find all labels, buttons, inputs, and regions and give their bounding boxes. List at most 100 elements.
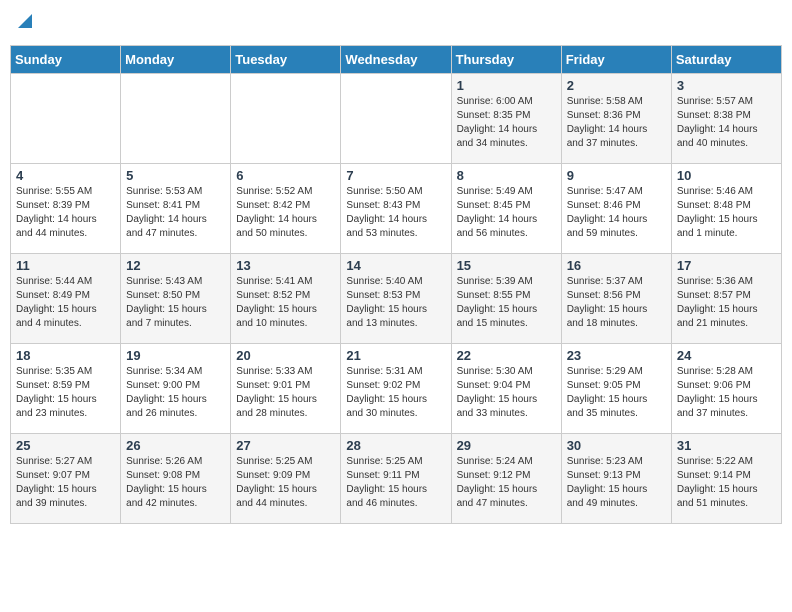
- day-content: Sunrise: 5:22 AMSunset: 9:14 PMDaylight:…: [677, 455, 776, 511]
- day-content: Sunrise: 5:50 AMSunset: 8:43 PMDaylight:…: [346, 185, 445, 241]
- day-number: 24: [677, 348, 776, 363]
- day-content: Sunrise: 5:23 AMSunset: 9:13 PMDaylight:…: [567, 455, 666, 511]
- calendar-cell: 8 Sunrise: 5:49 AMSunset: 8:45 PMDaylight…: [451, 164, 561, 254]
- day-number: 5: [126, 168, 225, 183]
- logo: [16, 14, 32, 33]
- day-content: Sunrise: 5:31 AMSunset: 9:02 PMDaylight:…: [346, 365, 445, 421]
- day-number: 4: [16, 168, 115, 183]
- calendar-cell: 3 Sunrise: 5:57 AMSunset: 8:38 PMDaylight…: [671, 74, 781, 164]
- day-content: Sunrise: 5:35 AMSunset: 8:59 PMDaylight:…: [16, 365, 115, 421]
- calendar-week-row: 11 Sunrise: 5:44 AMSunset: 8:49 PMDayligh…: [11, 254, 782, 344]
- calendar-cell: 12 Sunrise: 5:43 AMSunset: 8:50 PMDayligh…: [121, 254, 231, 344]
- calendar-cell: 17 Sunrise: 5:36 AMSunset: 8:57 PMDayligh…: [671, 254, 781, 344]
- day-number: 27: [236, 438, 335, 453]
- calendar-cell: 28 Sunrise: 5:25 AMSunset: 9:11 PMDayligh…: [341, 434, 451, 524]
- calendar-week-row: 18 Sunrise: 5:35 AMSunset: 8:59 PMDayligh…: [11, 344, 782, 434]
- day-number: 17: [677, 258, 776, 273]
- day-content: Sunrise: 5:55 AMSunset: 8:39 PMDaylight:…: [16, 185, 115, 241]
- day-content: Sunrise: 5:26 AMSunset: 9:08 PMDaylight:…: [126, 455, 225, 511]
- day-number: 16: [567, 258, 666, 273]
- day-content: Sunrise: 5:33 AMSunset: 9:01 PMDaylight:…: [236, 365, 335, 421]
- day-number: 19: [126, 348, 225, 363]
- calendar-cell: 10Sunrise: 5:46 AMSunset: 8:48 PMDayligh…: [671, 164, 781, 254]
- calendar-cell: [121, 74, 231, 164]
- day-content: Sunrise: 5:58 AMSunset: 8:36 PMDaylight:…: [567, 95, 666, 151]
- day-number: 21: [346, 348, 445, 363]
- day-content: Sunrise: 5:53 AMSunset: 8:41 PMDaylight:…: [126, 185, 225, 241]
- day-content: Sunrise: 5:30 AMSunset: 9:04 PMDaylight:…: [457, 365, 556, 421]
- day-content: Sunrise: 5:28 AMSunset: 9:06 PMDaylight:…: [677, 365, 776, 421]
- day-content: Sunrise: 6:00 AMSunset: 8:35 PMDaylight:…: [457, 95, 556, 151]
- day-content: Sunrise: 5:25 AMSunset: 9:09 PMDaylight:…: [236, 455, 335, 511]
- col-header-wednesday: Wednesday: [341, 46, 451, 74]
- day-content: Sunrise: 5:36 AMSunset: 8:57 PMDaylight:…: [677, 275, 776, 331]
- calendar-cell: 5 Sunrise: 5:53 AMSunset: 8:41 PMDaylight…: [121, 164, 231, 254]
- day-content: Sunrise: 5:40 AMSunset: 8:53 PMDaylight:…: [346, 275, 445, 331]
- day-number: 7: [346, 168, 445, 183]
- calendar-cell: [11, 74, 121, 164]
- col-header-sunday: Sunday: [11, 46, 121, 74]
- calendar-cell: 11 Sunrise: 5:44 AMSunset: 8:49 PMDayligh…: [11, 254, 121, 344]
- day-content: Sunrise: 5:43 AMSunset: 8:50 PMDaylight:…: [126, 275, 225, 331]
- day-number: 30: [567, 438, 666, 453]
- day-number: 10: [677, 168, 776, 183]
- day-number: 25: [16, 438, 115, 453]
- calendar-cell: [231, 74, 341, 164]
- calendar-cell: 22 Sunrise: 5:30 AMSunset: 9:04 PMDayligh…: [451, 344, 561, 434]
- day-number: 9: [567, 168, 666, 183]
- calendar-cell: 25 Sunrise: 5:27 AMSunset: 9:07 PMDayligh…: [11, 434, 121, 524]
- calendar-cell: 14Sunrise: 5:40 AMSunset: 8:53 PMDayligh…: [341, 254, 451, 344]
- calendar-week-row: 1 Sunrise: 6:00 AMSunset: 8:35 PMDaylight…: [11, 74, 782, 164]
- day-number: 2: [567, 78, 666, 93]
- calendar-cell: 7 Sunrise: 5:50 AMSunset: 8:43 PMDaylight…: [341, 164, 451, 254]
- day-number: 26: [126, 438, 225, 453]
- day-content: Sunrise: 5:57 AMSunset: 8:38 PMDaylight:…: [677, 95, 776, 151]
- calendar-cell: 29 Sunrise: 5:24 AMSunset: 9:12 PMDayligh…: [451, 434, 561, 524]
- calendar-cell: 2 Sunrise: 5:58 AMSunset: 8:36 PMDaylight…: [561, 74, 671, 164]
- col-header-thursday: Thursday: [451, 46, 561, 74]
- calendar-cell: [341, 74, 451, 164]
- page-header: [10, 10, 782, 37]
- calendar-cell: 1 Sunrise: 6:00 AMSunset: 8:35 PMDaylight…: [451, 74, 561, 164]
- calendar-cell: 4 Sunrise: 5:55 AMSunset: 8:39 PMDaylight…: [11, 164, 121, 254]
- calendar-cell: 31 Sunrise: 5:22 AMSunset: 9:14 PMDayligh…: [671, 434, 781, 524]
- day-number: 13: [236, 258, 335, 273]
- day-number: 6: [236, 168, 335, 183]
- calendar-week-row: 4 Sunrise: 5:55 AMSunset: 8:39 PMDaylight…: [11, 164, 782, 254]
- calendar-week-row: 25 Sunrise: 5:27 AMSunset: 9:07 PMDayligh…: [11, 434, 782, 524]
- day-number: 3: [677, 78, 776, 93]
- day-number: 11: [16, 258, 115, 273]
- calendar-cell: 26 Sunrise: 5:26 AMSunset: 9:08 PMDayligh…: [121, 434, 231, 524]
- calendar-cell: 23Sunrise: 5:29 AMSunset: 9:05 PMDayligh…: [561, 344, 671, 434]
- day-number: 8: [457, 168, 556, 183]
- day-content: Sunrise: 5:44 AMSunset: 8:49 PMDaylight:…: [16, 275, 115, 331]
- col-header-monday: Monday: [121, 46, 231, 74]
- day-content: Sunrise: 5:49 AMSunset: 8:45 PMDaylight:…: [457, 185, 556, 241]
- calendar-header-row: SundayMondayTuesdayWednesdayThursdayFrid…: [11, 46, 782, 74]
- col-header-tuesday: Tuesday: [231, 46, 341, 74]
- calendar-cell: 30 Sunrise: 5:23 AMSunset: 9:13 PMDayligh…: [561, 434, 671, 524]
- calendar-cell: 9Sunrise: 5:47 AMSunset: 8:46 PMDaylight…: [561, 164, 671, 254]
- day-number: 29: [457, 438, 556, 453]
- day-number: 20: [236, 348, 335, 363]
- calendar-cell: 27 Sunrise: 5:25 AMSunset: 9:09 PMDayligh…: [231, 434, 341, 524]
- calendar-cell: 13Sunrise: 5:41 AMSunset: 8:52 PMDayligh…: [231, 254, 341, 344]
- day-number: 31: [677, 438, 776, 453]
- day-content: Sunrise: 5:37 AMSunset: 8:56 PMDaylight:…: [567, 275, 666, 331]
- calendar-cell: 6Sunrise: 5:52 AMSunset: 8:42 PMDaylight…: [231, 164, 341, 254]
- day-number: 18: [16, 348, 115, 363]
- day-number: 22: [457, 348, 556, 363]
- calendar-cell: 18 Sunrise: 5:35 AMSunset: 8:59 PMDayligh…: [11, 344, 121, 434]
- day-number: 12: [126, 258, 225, 273]
- day-content: Sunrise: 5:25 AMSunset: 9:11 PMDaylight:…: [346, 455, 445, 511]
- day-number: 23: [567, 348, 666, 363]
- calendar-cell: 16 Sunrise: 5:37 AMSunset: 8:56 PMDayligh…: [561, 254, 671, 344]
- col-header-saturday: Saturday: [671, 46, 781, 74]
- day-number: 28: [346, 438, 445, 453]
- logo-triangle-icon: [18, 14, 32, 33]
- day-content: Sunrise: 5:27 AMSunset: 9:07 PMDaylight:…: [16, 455, 115, 511]
- day-content: Sunrise: 5:24 AMSunset: 9:12 PMDaylight:…: [457, 455, 556, 511]
- day-number: 1: [457, 78, 556, 93]
- calendar-cell: 19 Sunrise: 5:34 AMSunset: 9:00 PMDayligh…: [121, 344, 231, 434]
- day-content: Sunrise: 5:34 AMSunset: 9:00 PMDaylight:…: [126, 365, 225, 421]
